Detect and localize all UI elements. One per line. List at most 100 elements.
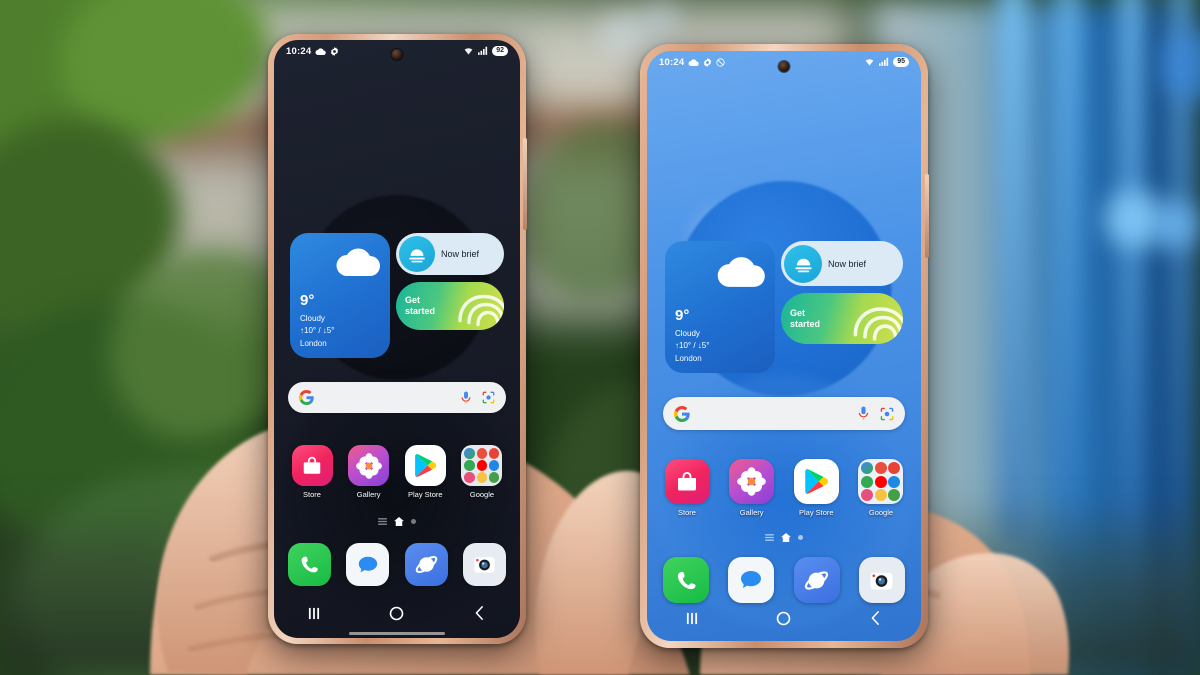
left-phone[interactable]: 10:24 92 9° Cloudy ↑10° / ↓5° London Now… [268,34,527,644]
galaxy-store-icon [664,459,710,504]
weather-condition: Cloudy [675,329,700,339]
weather-temperature: 9° [300,291,315,309]
right-phone[interactable]: 10:24 95 9° Cloudy ↑10° / ↓5° London Now… [640,44,929,648]
folder-app-icon [476,472,488,483]
home-icon[interactable] [776,611,791,626]
back-icon[interactable] [473,606,486,620]
now-brief-icon [399,236,435,272]
weather-text: 9° Cloudy ↑10° / ↓5° London [300,291,334,350]
messages-icon[interactable] [728,557,775,603]
wifi-icon [864,57,875,66]
left-phone-side-button[interactable] [523,138,527,230]
folder-app-icon [488,472,500,483]
battery-indicator: 92 [492,45,508,57]
microphone-icon[interactable] [857,406,870,421]
google-lens-icon[interactable] [482,391,495,404]
internet-icon[interactable] [793,557,840,603]
phone-icon[interactable] [663,557,709,603]
cloud-icon [315,47,327,56]
left-page-indicator[interactable] [274,515,520,527]
phone-icon[interactable] [288,543,331,586]
internet-icon[interactable] [404,543,448,586]
app-google-folder[interactable]: Google [456,445,508,499]
right-page-indicator[interactable] [647,531,921,543]
get-started-label: Get started [405,295,436,316]
app-label: Google [868,508,894,517]
get-started-widget[interactable]: Get started [781,293,903,344]
page-dot[interactable] [411,518,416,524]
weather-text: 9° Cloudy ↑10° / ↓5° London [675,306,709,365]
widgets-page-icon[interactable] [765,533,774,541]
app-gallery[interactable]: Gallery [343,445,395,499]
folder-app-icon [464,472,476,483]
app-label: Store [303,490,321,499]
home-page-icon[interactable] [781,532,791,542]
play-store-icon [404,445,446,486]
weather-temperature: 9° [675,306,690,324]
left-phone-screen[interactable]: 10:24 92 9° Cloudy ↑10° / ↓5° London Now… [274,40,520,638]
left-navigation-bar [274,598,520,628]
folder-app-icon [874,489,887,501]
gallery-icon [348,445,390,486]
wave-rings-icon [454,282,504,330]
folder-icon-grid [464,448,500,483]
folder-app-icon [861,462,874,474]
front-camera-punch-hole [391,49,403,60]
folder-app-icon [488,460,500,471]
gear-icon [330,46,339,56]
app-gallery[interactable]: Gallery [726,459,778,517]
app-store[interactable]: Store [286,445,338,499]
messages-icon[interactable] [346,543,390,586]
widgets-page-icon[interactable] [378,517,387,525]
home-icon[interactable] [389,606,404,621]
right-phone-screen[interactable]: 10:24 95 9° Cloudy ↑10° / ↓5° London Now… [647,51,921,641]
now-brief-widget[interactable]: Now brief [396,233,504,275]
right-phone-side-button[interactable] [925,174,929,258]
back-icon[interactable] [869,611,882,625]
folder-app-icon [888,462,901,474]
get-started-widget[interactable]: Get started [396,282,504,330]
app-label: Gallery [739,508,764,517]
page-dot[interactable] [798,534,803,540]
recents-icon[interactable] [308,607,321,620]
mute-icon [716,57,725,67]
home-page-icon[interactable] [394,516,404,526]
gallery-icon [729,459,775,504]
google-search-bar[interactable] [288,382,506,413]
weather-widget[interactable]: 9° Cloudy ↑10° / ↓5° London [665,241,775,373]
app-label: Gallery [356,490,381,499]
app-google-folder[interactable]: Google [855,459,907,517]
weather-widget[interactable]: 9° Cloudy ↑10° / ↓5° London [290,233,390,358]
app-label: Play Store [799,508,834,517]
folder-app-icon [476,460,488,471]
cloud-icon [715,251,767,292]
app-play-store[interactable]: Play Store [790,459,842,517]
recents-icon[interactable] [686,612,699,625]
now-brief-widget[interactable]: Now brief [781,241,903,286]
right-dock [663,557,905,603]
google-folder-icon [858,459,904,504]
folder-app-icon [861,489,874,501]
folder-app-icon [464,448,476,459]
google-search-bar[interactable] [663,397,905,430]
weather-condition: Cloudy [300,314,325,324]
folder-app-icon [874,475,887,488]
google-lens-icon[interactable] [880,407,894,421]
microphone-icon[interactable] [460,391,472,405]
google-g-icon [674,405,690,422]
gesture-bar[interactable] [349,632,445,635]
folder-app-icon [861,475,874,488]
camera-icon[interactable] [462,543,506,586]
folder-app-icon [888,475,901,488]
folder-app-icon [464,460,476,471]
left-app-row: Store Gallery Play Store Google [286,445,508,499]
app-store[interactable]: Store [661,459,713,517]
signal-icon [879,57,889,67]
camera-icon[interactable] [858,557,905,603]
gear-icon [703,57,712,67]
folder-app-icon [488,448,500,459]
battery-indicator: 95 [893,56,909,68]
wave-rings-icon [849,293,903,344]
app-play-store[interactable]: Play Store [399,445,451,499]
right-widget-column: Now brief Get started [781,241,903,373]
